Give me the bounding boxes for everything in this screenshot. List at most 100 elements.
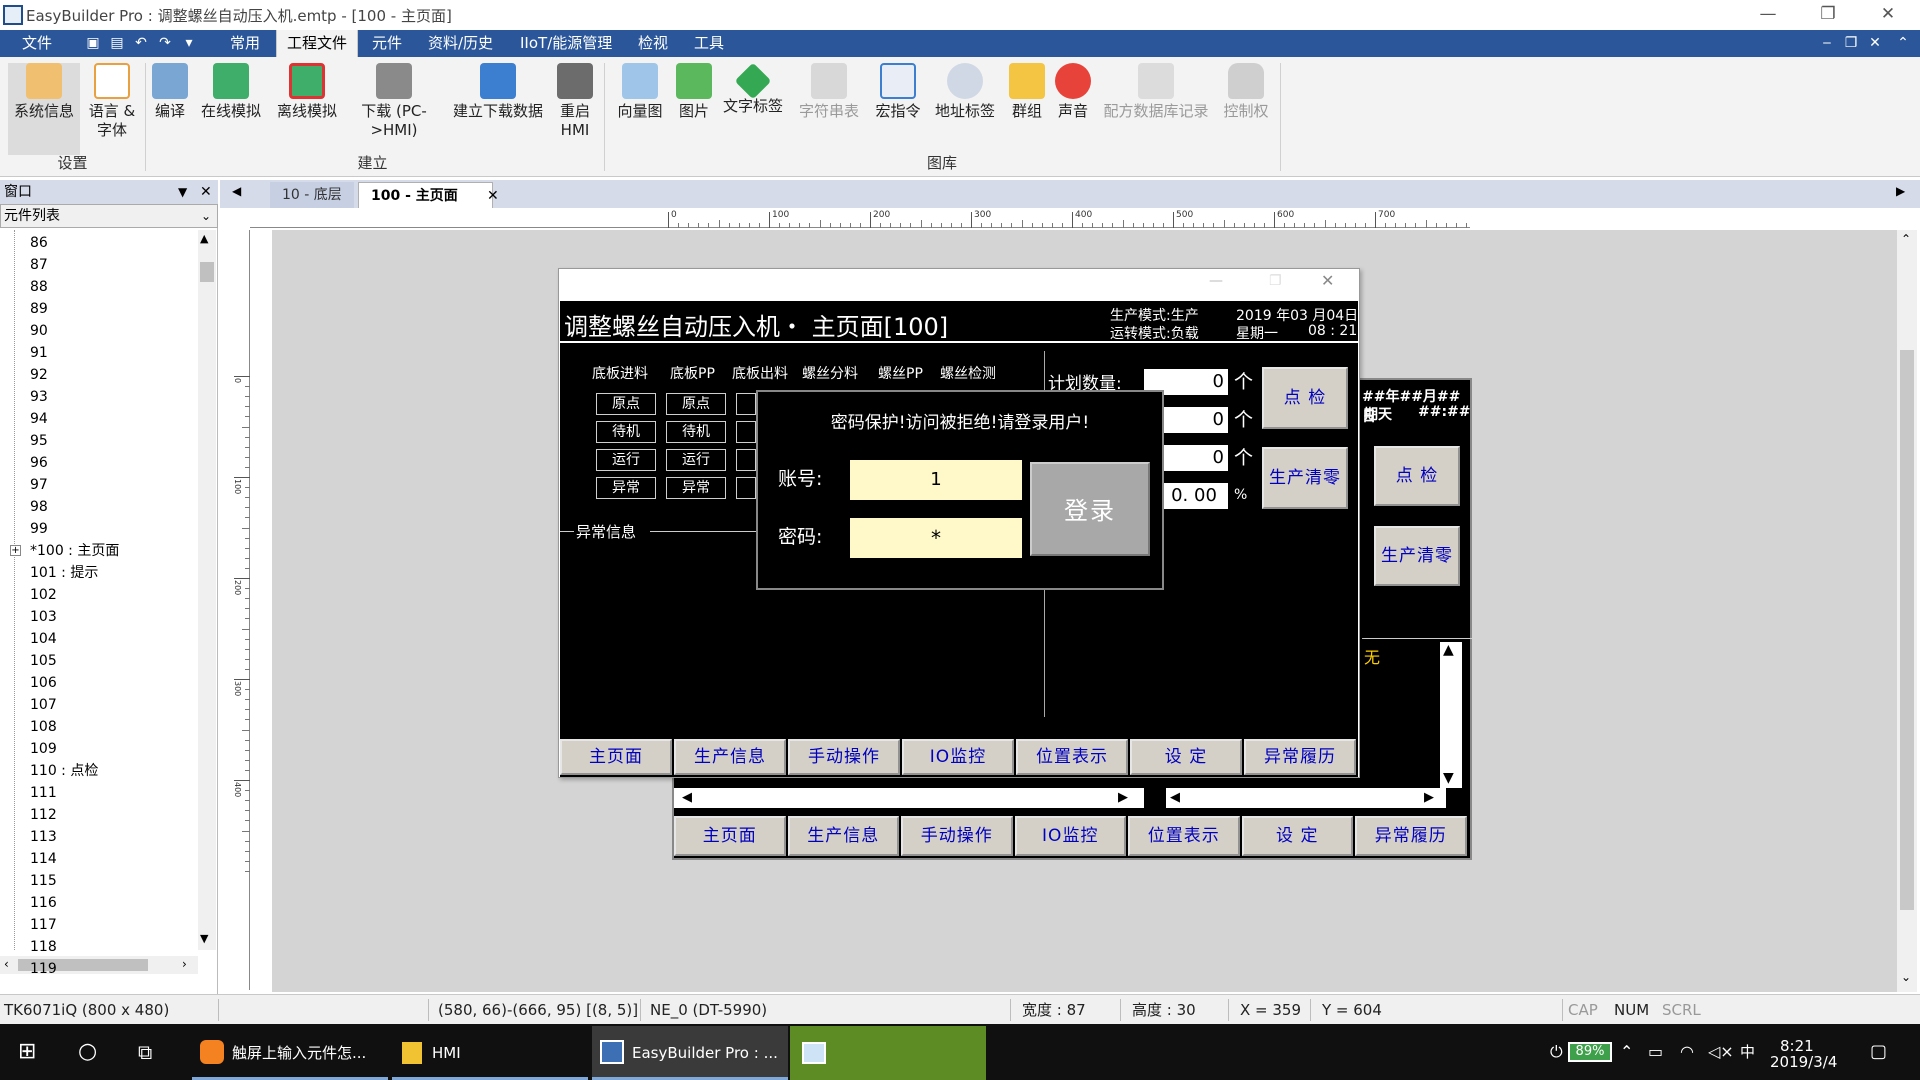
build-download-data-button[interactable]: 建立下载数据 [448, 63, 548, 121]
tree-item[interactable]: 95 [30, 430, 48, 452]
tree-item[interactable]: 91 [30, 342, 48, 364]
nav-button[interactable]: 主页面 [560, 739, 672, 775]
frame-restore-icon[interactable]: ❐ [1269, 273, 1282, 289]
base-check-button[interactable]: 点 检 [1374, 446, 1460, 506]
mdi-close-icon[interactable]: ✕ [1866, 33, 1884, 53]
online-simulation-button[interactable]: 在线模拟 [196, 63, 266, 121]
close-button[interactable]: ✕ [1860, 0, 1916, 30]
tree-item[interactable]: 111 [30, 782, 57, 804]
string-table-button[interactable]: 字符串表 [794, 63, 864, 121]
rate-field[interactable]: 0. 00 [1164, 483, 1228, 509]
quick-access-dropdown-icon[interactable]: ▾ [180, 34, 198, 52]
address-tag-button[interactable]: 地址标签 [930, 63, 1000, 121]
picture-button[interactable]: 图片 [672, 63, 716, 121]
text-tag-button[interactable]: 文字标签 [720, 62, 786, 116]
scroll-thumb[interactable] [200, 262, 214, 282]
notification-icon[interactable]: ▢ [1870, 1024, 1887, 1080]
menu-iiot[interactable]: IIoT/能源管理 [510, 30, 622, 57]
tree-item[interactable]: 117 [30, 914, 57, 936]
nav-button[interactable]: 生产信息 [674, 739, 786, 775]
panel-dropdown-icon[interactable]: ▼ [178, 180, 187, 204]
tab-main-page[interactable]: 100 - 主页面 ✕ [358, 182, 499, 208]
taskbar-app-active[interactable] [790, 1026, 986, 1080]
save-all-icon[interactable]: ▤ [108, 34, 126, 52]
tree-item[interactable]: 96 [30, 452, 48, 474]
production-clear-button[interactable]: 生产清零 [1262, 447, 1348, 509]
tree-item[interactable]: 112 [30, 804, 57, 826]
element-list-combo[interactable]: 元件列表 ⌄ [0, 204, 218, 228]
tree-item[interactable]: 94 [30, 408, 48, 430]
scroll-down-icon[interactable]: ⌄ [1901, 970, 1911, 984]
tree-item[interactable]: *100 : 主页面 [30, 540, 119, 562]
offline-simulation-button[interactable]: 离线模拟 [272, 63, 342, 121]
nav-button[interactable]: 设 定 [1130, 739, 1242, 775]
tab-scroll-right-icon[interactable]: ▶ [1896, 184, 1905, 198]
menu-common[interactable]: 常用 [220, 30, 270, 57]
system-info-button[interactable]: 系统信息 [8, 63, 80, 155]
expand-icon[interactable]: + [10, 545, 21, 556]
nav-button[interactable]: 设 定 [1241, 816, 1353, 856]
chevron-up-icon[interactable]: ⌃ [1620, 1024, 1633, 1080]
tree-item[interactable]: 99 [30, 518, 48, 540]
restore-button[interactable]: ❐ [1800, 0, 1856, 30]
tab-close-icon[interactable]: ✕ [487, 183, 499, 209]
tree-item[interactable]: 119 [30, 958, 57, 980]
usb-icon[interactable]: ▭ [1648, 1024, 1663, 1080]
tree-item[interactable]: 114 [30, 848, 57, 870]
language-font-button[interactable]: 语言 & 字体 [82, 63, 142, 140]
password-field[interactable]: * [850, 518, 1022, 558]
scroll-down-icon[interactable]: ▼ [200, 932, 208, 945]
mdi-minimize-icon[interactable]: ‒ [1818, 33, 1836, 53]
tree-item[interactable]: 103 [30, 606, 57, 628]
task-view-icon[interactable]: ⧉ [138, 1024, 152, 1080]
menu-project[interactable]: 工程文件 [276, 30, 359, 57]
vector-graphic-button[interactable]: 向量图 [612, 63, 668, 121]
alarm-list-scrollbar[interactable]: ▲ ▼ [1440, 642, 1462, 788]
volume-mute-icon[interactable]: ◁× [1708, 1024, 1734, 1080]
scroll-left-icon[interactable]: ‹ [4, 957, 9, 971]
tree-item[interactable]: 116 [30, 892, 57, 914]
scroll-up-icon[interactable]: ▲ [1443, 642, 1454, 658]
windows-start-icon[interactable]: ⊞ [18, 1024, 36, 1080]
tree-item[interactable]: 101 : 提示 [30, 562, 98, 584]
search-icon[interactable]: ○ [78, 1024, 97, 1080]
menu-data-history[interactable]: 资料/历史 [418, 30, 503, 57]
clock-date[interactable]: 2019/3/4 [1770, 1034, 1837, 1080]
menu-file[interactable]: 文件 [12, 30, 62, 57]
tree-item[interactable]: 104 [30, 628, 57, 650]
scroll-right-icon[interactable]: › [182, 957, 187, 971]
tree-item[interactable]: 86 [30, 232, 48, 254]
tree-vertical-scrollbar[interactable]: ▲ ▼ [198, 230, 216, 950]
tree-item[interactable]: 102 [30, 584, 57, 606]
tree-item[interactable]: 98 [30, 496, 48, 518]
tree-item[interactable]: 118 [30, 936, 57, 958]
reboot-hmi-button[interactable]: 重启 HMI [552, 63, 598, 140]
tree-item[interactable]: 115 [30, 870, 57, 892]
scroll-down-icon[interactable]: ▼ [1443, 770, 1454, 786]
mdi-restore-icon[interactable]: ❐ [1842, 33, 1860, 53]
scroll-up-icon[interactable]: ▲ [200, 232, 208, 245]
redo-icon[interactable]: ↷ [156, 34, 174, 52]
undo-icon[interactable]: ↶ [132, 34, 150, 52]
scroll-right-icon[interactable]: ▶ [1118, 788, 1128, 808]
base-hscrollbar-right[interactable]: ◀ ▶ [1166, 788, 1446, 808]
battery-indicator[interactable]: 89% [1568, 1042, 1612, 1062]
ribbon-collapse-icon[interactable]: ⌃ [1894, 33, 1912, 53]
canvas-vertical-scrollbar[interactable]: ⌃ ⌄ [1897, 230, 1917, 992]
group-button[interactable]: 群组 [1004, 63, 1050, 121]
check-button[interactable]: 点 检 [1262, 367, 1348, 429]
tree-item[interactable]: 107 [30, 694, 57, 716]
nav-button[interactable]: 位置表示 [1016, 739, 1128, 775]
account-field[interactable]: 1 [850, 460, 1022, 500]
nav-button[interactable]: 生产信息 [787, 816, 899, 856]
frame-minimize-icon[interactable]: — [1209, 273, 1223, 289]
login-button[interactable]: 登录 [1030, 462, 1150, 556]
tree-item[interactable]: 97 [30, 474, 48, 496]
scroll-left-icon[interactable]: ◀ [1170, 788, 1180, 808]
nav-button[interactable]: 异常履历 [1244, 739, 1356, 775]
tree-item[interactable]: 92 [30, 364, 48, 386]
nav-button[interactable]: IO监控 [902, 739, 1014, 775]
count-field-2[interactable]: 0 [1164, 407, 1228, 433]
base-hscrollbar-left[interactable]: ◀ ▶ [674, 788, 1144, 808]
compile-button[interactable]: 编译 [148, 63, 192, 121]
